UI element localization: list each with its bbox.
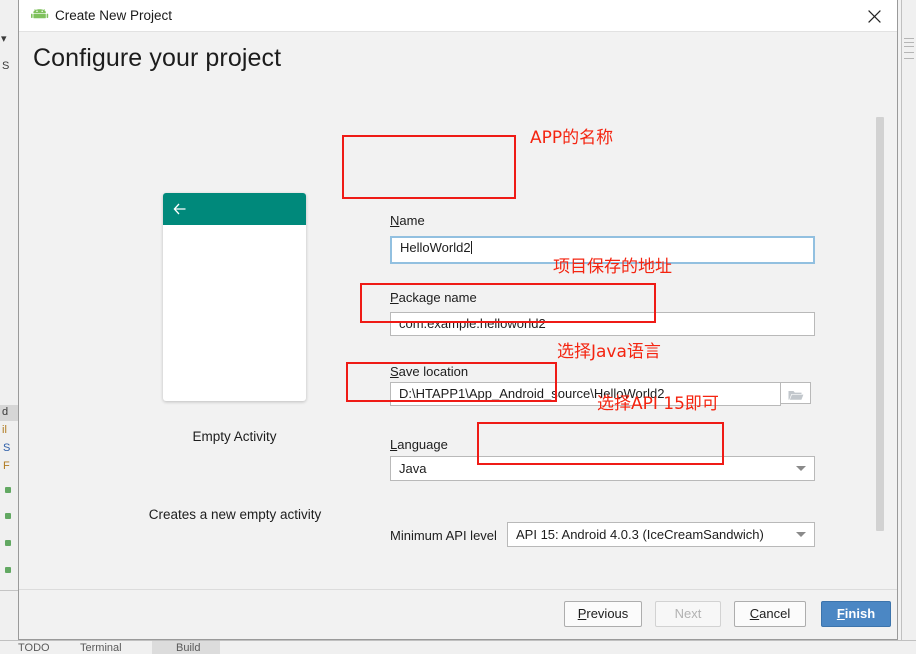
dialog-content: Empty Activity Creates a new empty activ… [19, 92, 897, 548]
ide-tab-terminal[interactable]: Terminal [80, 642, 122, 654]
save-location-value: D:\HTAPP1\App_Android_source\HelloWorld2 [399, 386, 665, 401]
activity-template-preview [163, 193, 306, 401]
dialog-title: Create New Project [55, 8, 173, 23]
page-title: Configure your project [33, 44, 282, 72]
browse-folder-button[interactable] [781, 382, 811, 404]
ide-right-strip [901, 0, 916, 640]
android-robot-icon [31, 8, 49, 23]
back-arrow-icon [173, 202, 187, 216]
ide-gutter-glyph: S [2, 60, 10, 72]
language-value: Java [399, 461, 427, 476]
template-description: Creates a new empty activity [148, 507, 322, 522]
chevron-down-icon [796, 466, 806, 471]
dialog-footer: Previous Next Cancel Finish [19, 589, 897, 639]
ide-gutter-glyph: il [2, 424, 7, 436]
ide-tool-window-bar: TODO Terminal Build [0, 640, 916, 654]
name-label: Name [390, 213, 425, 228]
dialog-titlebar: Create New Project [19, 0, 897, 32]
preview-appbar [163, 193, 306, 225]
ide-right-mark [904, 58, 914, 59]
ide-tab-build[interactable]: Build [176, 642, 200, 654]
save-location-label: Save location [390, 364, 469, 379]
ide-marker-dot [5, 487, 11, 493]
template-name: Empty Activity [192, 429, 277, 444]
package-name-label: Package name [390, 290, 477, 305]
previous-button[interactable]: Previous [564, 601, 642, 627]
ide-gutter-glyph: F [3, 460, 10, 472]
language-select[interactable]: Java [390, 456, 815, 481]
ide-right-mark [904, 52, 914, 53]
ide-gutter-glyph: S [3, 442, 11, 454]
package-name-input[interactable]: com.example.helloworld2 [390, 312, 815, 336]
save-location-input[interactable]: D:\HTAPP1\App_Android_source\HelloWorld2 [390, 382, 781, 406]
package-name-value: com.example.helloworld2 [399, 316, 546, 331]
next-button[interactable]: Next [655, 601, 721, 627]
ide-right-mark [904, 46, 914, 47]
folder-open-icon [788, 388, 804, 406]
ide-marker-dot [5, 567, 11, 573]
name-input-value: HelloWorld2 [400, 240, 471, 255]
minimum-api-level-label: Minimum API level [390, 528, 497, 543]
language-label: Language [390, 437, 448, 452]
cancel-button[interactable]: Cancel [734, 601, 806, 627]
ide-tab-todo[interactable]: TODO [18, 642, 50, 654]
content-scrollbar-thumb[interactable] [876, 117, 884, 531]
ide-gutter-glyph: ▾ [1, 33, 7, 45]
minimum-api-level-select[interactable]: API 15: Android 4.0.3 (IceCreamSandwich) [507, 522, 815, 547]
finish-button[interactable]: Finish [821, 601, 891, 627]
ide-right-mark [904, 42, 914, 43]
ide-marker-dot [5, 513, 11, 519]
ide-right-mark [904, 38, 914, 39]
ide-gutter-glyph: d [2, 406, 9, 418]
create-new-project-dialog: Create New Project Configure your projec… [18, 0, 898, 640]
name-input[interactable]: HelloWorld2 [390, 236, 815, 264]
text-caret [470, 241, 472, 254]
close-icon[interactable] [851, 0, 897, 31]
chevron-down-icon [796, 532, 806, 537]
minimum-api-level-value: API 15: Android 4.0.3 (IceCreamSandwich) [516, 527, 764, 542]
ide-marker-dot [5, 540, 11, 546]
